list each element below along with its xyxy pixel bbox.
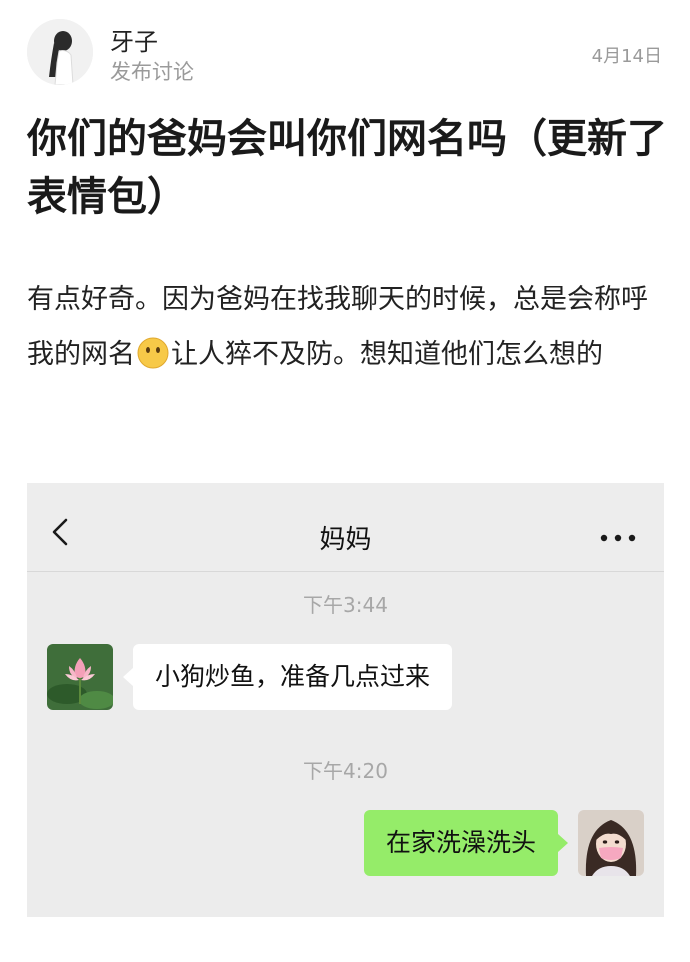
ellipsis-icon[interactable]	[598, 529, 638, 542]
girl-avatar-image	[578, 810, 644, 876]
lotus-avatar-image	[47, 644, 113, 710]
message-timestamp: 下午3:44	[303, 593, 388, 617]
chat-title-bar: 妈妈	[27, 483, 664, 572]
post-title: 你们的爸妈会叫你们网名吗（更新了表情包）	[27, 116, 667, 220]
outgoing-message-bubble[interactable]: 在家洗澡洗头	[363, 810, 569, 876]
message-timestamp: 下午4:20	[303, 759, 388, 783]
post-type-label: 发布讨论	[110, 60, 194, 84]
hushed-face-emoji-icon	[137, 333, 169, 369]
post-date: 4月14日	[591, 46, 662, 67]
author-avatar-image	[27, 19, 93, 85]
post-body: 有点好奇。因为爸妈在找我聊天的时候，总是会称呼我的网名 让人猝不及防。想知道他们怎…	[27, 272, 667, 382]
chat-screenshot: 妈妈 下午3:44 小狗炒鱼，准备几点过来 下午4:20 在家洗澡洗头	[27, 483, 664, 917]
post-header: 牙子 发布讨论 4月14日	[0, 0, 690, 100]
lotus-avatar[interactable]	[47, 644, 113, 710]
chat-contact-name: 妈妈	[319, 525, 372, 555]
post-body-text-2: 让人猝不及防。想知道他们怎么想的	[171, 339, 603, 370]
girl-avatar[interactable]	[578, 810, 644, 876]
author-avatar[interactable]	[27, 19, 93, 85]
author-name[interactable]: 牙子	[110, 22, 158, 57]
incoming-message-bubble[interactable]: 小狗炒鱼，准备几点过来	[122, 644, 453, 710]
